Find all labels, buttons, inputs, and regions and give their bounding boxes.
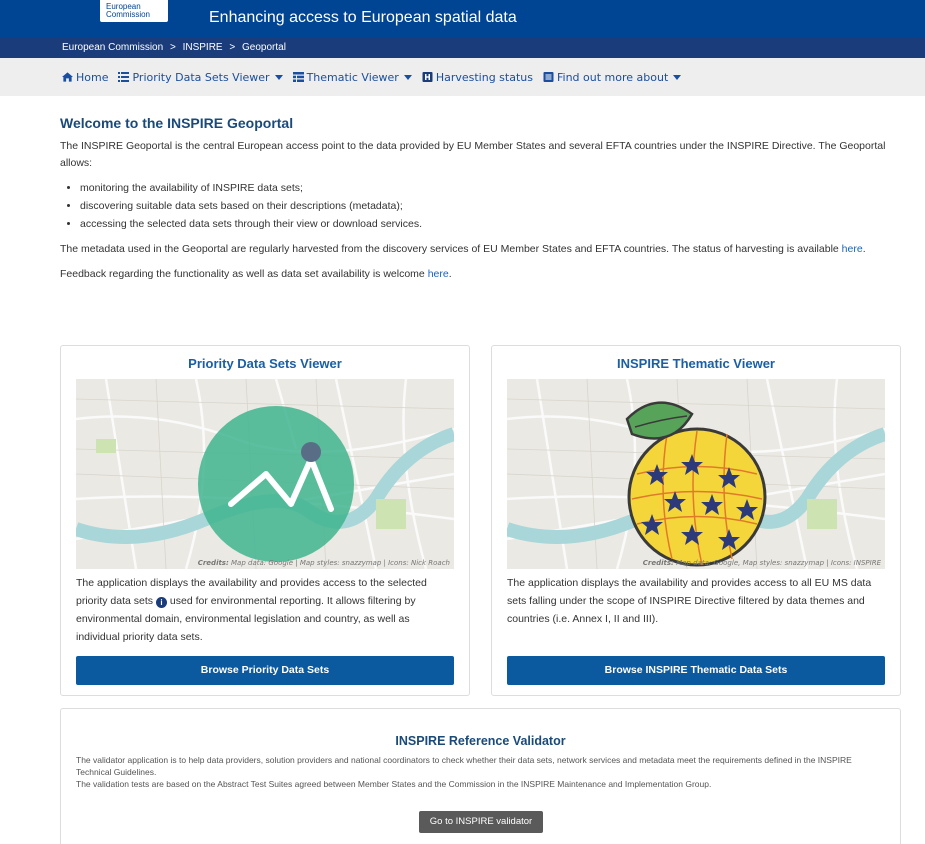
priority-map-credits: Credits: Map data: Google | Map styles: … bbox=[198, 559, 450, 567]
thematic-card-description: The application displays the availabilit… bbox=[507, 577, 872, 625]
nav-priority-viewer[interactable]: Priority Data Sets Viewer bbox=[118, 70, 283, 84]
grid-icon bbox=[292, 72, 304, 82]
map-illustration bbox=[507, 379, 885, 569]
list-item: accessing the selected data sets through… bbox=[80, 216, 900, 233]
nav-priority-label: Priority Data Sets Viewer bbox=[132, 70, 270, 84]
list-item: discovering suitable data sets based on … bbox=[80, 198, 900, 215]
book-icon bbox=[543, 72, 554, 82]
harvest-text: The metadata used in the Geoportal are r… bbox=[60, 243, 839, 255]
harvest-paragraph: The metadata used in the Geoportal are r… bbox=[60, 243, 866, 255]
map-illustration bbox=[76, 379, 454, 569]
priority-viewer-card: Priority Data Sets Viewer Credits: Map d… bbox=[60, 345, 470, 696]
breadcrumb-separator: > bbox=[169, 42, 176, 53]
nav-home-label: Home bbox=[76, 70, 109, 84]
logo-line-2: Commission bbox=[106, 10, 151, 19]
breadcrumb-separator: > bbox=[229, 42, 236, 53]
page-title: Welcome to the INSPIRE Geoportal bbox=[60, 115, 294, 131]
nav-thematic-label: Thematic Viewer bbox=[306, 70, 399, 84]
validator-title: INSPIRE Reference Validator bbox=[395, 734, 566, 748]
breadcrumb-european-commission[interactable]: European Commission bbox=[62, 42, 163, 53]
top-header: European Commission Enhancing access to … bbox=[0, 0, 925, 38]
priority-card-title[interactable]: Priority Data Sets Viewer bbox=[61, 356, 469, 371]
browse-priority-button[interactable]: Browse Priority Data Sets bbox=[76, 656, 454, 685]
breadcrumb: European Commission > INSPIRE > Geoporta… bbox=[0, 38, 925, 58]
harvest-status-link[interactable]: here bbox=[842, 243, 863, 255]
breadcrumb-geoportal[interactable]: Geoportal bbox=[242, 42, 286, 53]
chevron-down-icon bbox=[403, 74, 412, 80]
nav-find-out-more[interactable]: Find out more about bbox=[543, 70, 682, 84]
site-title: Enhancing access to European spatial dat… bbox=[209, 9, 517, 26]
validator-card: INSPIRE Reference Validator The validato… bbox=[60, 708, 901, 844]
thematic-map-image[interactable]: Credits: Map data: Google, Map styles: s… bbox=[507, 379, 885, 569]
thematic-map-credits: Credits: Map data: Google, Map styles: s… bbox=[643, 559, 881, 567]
thematic-card-title[interactable]: INSPIRE Thematic Viewer bbox=[492, 356, 900, 371]
validator-paragraph-2: The validation tests are based on the Ab… bbox=[76, 779, 712, 789]
credits-label: Credits: bbox=[642, 559, 674, 567]
feedback-text: Feedback regarding the functionality as … bbox=[60, 268, 425, 280]
nav-harvesting-label: Harvesting status bbox=[435, 70, 533, 84]
feedback-paragraph: Feedback regarding the functionality as … bbox=[60, 268, 452, 280]
priority-map-image[interactable]: Credits: Map data: Google | Map styles: … bbox=[76, 379, 454, 569]
info-icon[interactable]: i bbox=[155, 597, 167, 608]
validator-paragraph-1: The validator application is to help dat… bbox=[76, 755, 852, 777]
nav-home[interactable]: Home bbox=[62, 71, 108, 84]
validator-description: The validator application is to help dat… bbox=[76, 754, 885, 790]
intro-section: Welcome to the INSPIRE Geoportal The INS… bbox=[60, 115, 900, 291]
harvest-icon bbox=[422, 72, 433, 82]
list-icon bbox=[118, 72, 130, 82]
credits-text: Map data: Google, Map styles: snazzymap … bbox=[676, 559, 881, 567]
home-icon bbox=[62, 72, 73, 82]
feedback-link[interactable]: here bbox=[428, 268, 449, 280]
list-item: monitoring the availability of INSPIRE d… bbox=[80, 180, 900, 197]
intro-paragraph: The INSPIRE Geoportal is the central Eur… bbox=[60, 140, 886, 169]
breadcrumb-inspire[interactable]: INSPIRE bbox=[183, 42, 223, 53]
european-commission-logo[interactable]: European Commission bbox=[100, 0, 168, 22]
chevron-down-icon bbox=[673, 74, 682, 80]
go-to-validator-button[interactable]: Go to INSPIRE validator bbox=[419, 811, 543, 833]
priority-card-description: The application displays the availabilit… bbox=[76, 574, 456, 646]
thematic-viewer-card: INSPIRE Thematic Viewer Credits: Map dat… bbox=[491, 345, 901, 696]
nav-thematic-viewer[interactable]: Thematic Viewer bbox=[292, 70, 412, 84]
credits-label: Credits: bbox=[197, 559, 229, 567]
chevron-down-icon bbox=[274, 74, 283, 80]
nav-findout-label: Find out more about bbox=[556, 70, 669, 84]
credits-text: Map data: Google | Map styles: snazzymap… bbox=[231, 559, 450, 567]
intro-bullet-list: monitoring the availability of INSPIRE d… bbox=[80, 180, 900, 233]
browse-thematic-button[interactable]: Browse INSPIRE Thematic Data Sets bbox=[507, 656, 885, 685]
nav-harvesting-status[interactable]: Harvesting status bbox=[422, 71, 533, 84]
main-nav: Home Priority Data Sets Viewer Thematic … bbox=[0, 58, 925, 96]
